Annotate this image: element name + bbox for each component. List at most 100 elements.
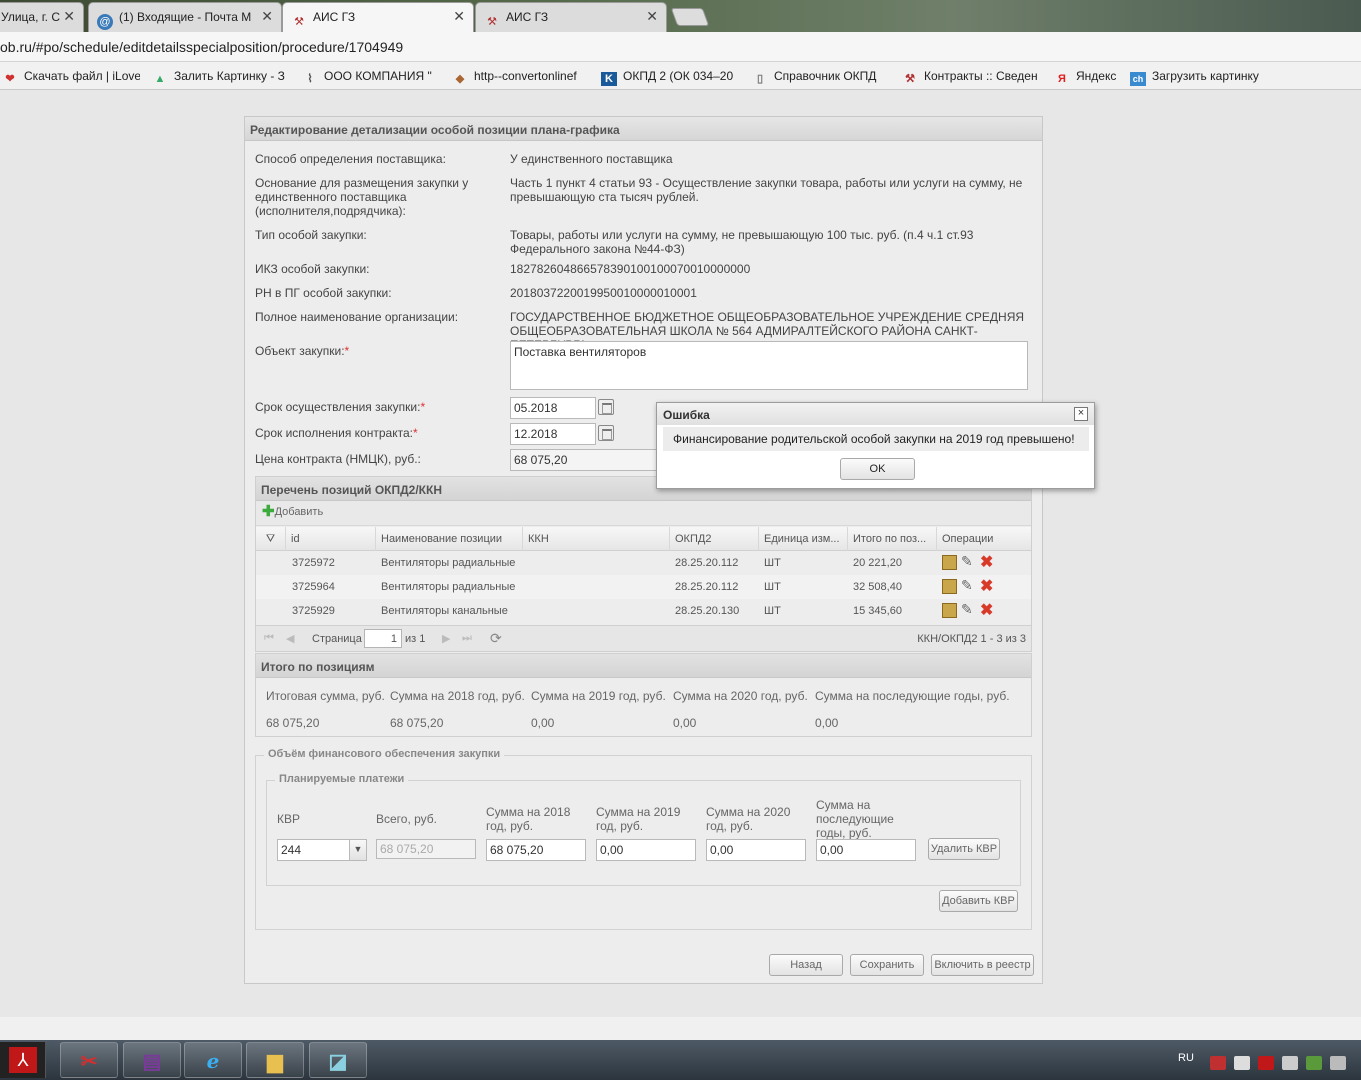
edit-icon[interactable]: ✎ [961, 577, 976, 593]
first-page-icon[interactable]: ⏮ [264, 632, 274, 645]
tab-label: АИС ГЗ [506, 10, 549, 24]
ok-button[interactable]: OK [840, 458, 915, 480]
winrar-icon[interactable]: ▤ [123, 1042, 181, 1078]
bookmark-label: Яндекс [1076, 69, 1117, 83]
y2018-header: Сумма на 2018 год, руб. [390, 689, 525, 703]
y2018-input[interactable]: 68 075,20 [486, 839, 586, 861]
method-label: Способ определения поставщика: [255, 152, 446, 166]
prev-page-icon[interactable]: ◀ [286, 632, 294, 645]
later-input[interactable]: 0,00 [816, 839, 916, 861]
cell-total: 32 508,40 [853, 581, 902, 593]
bookmark-okpd2[interactable]: K ОКПД 2 (ОК 034–20 [601, 69, 737, 86]
cell-name: Вентиляторы радиальные [381, 581, 516, 593]
col-unit[interactable]: Единица изм... [759, 527, 848, 551]
bookmark-contracts[interactable]: ⚒ Контракты :: Сведен [902, 69, 1040, 86]
refresh-icon[interactable]: ⟳ [490, 630, 502, 647]
tab-label: АИС ГЗ [313, 10, 356, 24]
page-of-label: из 1 [405, 633, 426, 645]
details-icon[interactable] [942, 579, 957, 594]
back-button[interactable]: Назад [769, 954, 843, 976]
add-position-button[interactable]: ✚Добавить [262, 504, 323, 519]
next-page-icon[interactable]: ▶ [442, 632, 450, 645]
table-row[interactable]: 3725929 Вентиляторы канальные 28.25.20.1… [256, 599, 1031, 623]
ikz-value: 182782604866578390100100070010000000 [510, 262, 751, 276]
gavel-icon: ⚒ [294, 16, 304, 28]
bookmark-zalit[interactable]: ▲ Залить Картинку - З [152, 69, 288, 86]
tray-nvidia-icon[interactable] [1306, 1056, 1322, 1070]
delete-icon[interactable]: ✖ [980, 600, 995, 619]
col-name[interactable]: Наименование позиции [376, 527, 523, 551]
org-label: Полное наименование организации: [255, 310, 459, 324]
details-icon[interactable] [942, 603, 957, 618]
method-value: У единственного поставщика [510, 152, 673, 166]
tab-ais-gz-active[interactable]: ⚒ АИС ГЗ ✕ [282, 2, 474, 32]
col-id[interactable]: id [286, 527, 376, 551]
basis-value: Часть 1 пункт 4 статьи 93 - Осуществлени… [510, 176, 1023, 204]
delete-icon[interactable]: ✖ [980, 576, 995, 595]
object-textarea[interactable]: Поставка вентиляторов [510, 341, 1028, 390]
language-indicator[interactable]: RU [1178, 1052, 1194, 1064]
col-kkn[interactable]: ККН [523, 527, 670, 551]
bookmark-spravochnik[interactable]: ▯ Справочник ОКПД [752, 69, 888, 86]
tab-label: (1) Входящие - Почта M [119, 10, 252, 24]
delete-icon[interactable]: ✖ [980, 552, 995, 571]
tab-mail[interactable]: @ (1) Входящие - Почта M ✕ [88, 2, 282, 32]
image-icon: ▲ [154, 73, 166, 85]
kvr-value: 244 [281, 843, 302, 857]
col-okpd2[interactable]: ОКПД2 [670, 527, 759, 551]
required-mark: * [412, 426, 418, 440]
col-total[interactable]: Итого по поз... [848, 527, 937, 551]
chevron-down-icon[interactable]: ▼ [349, 840, 366, 860]
calendar-icon[interactable] [598, 425, 614, 441]
details-icon[interactable] [942, 555, 957, 570]
contract-term-input[interactable]: 12.2018 [510, 423, 596, 445]
tray-display-icon[interactable] [1282, 1056, 1298, 1070]
tray-battery-icon[interactable] [1330, 1056, 1346, 1070]
tab-map[interactable]: Улица, г. С ✕ [0, 2, 84, 32]
y2020-input[interactable]: 0,00 [706, 839, 806, 861]
add-kvr-button[interactable]: Добавить КВР [939, 890, 1018, 912]
notebook-icon[interactable]: ◪ [309, 1042, 367, 1078]
close-tab-icon[interactable]: ✕ [63, 8, 75, 25]
calendar-icon[interactable] [598, 399, 614, 415]
bookmark-upload[interactable]: ch Загрузить картинку [1130, 69, 1268, 86]
term-input[interactable]: 05.2018 [510, 397, 596, 419]
last-page-icon[interactable]: ⏭ [462, 632, 472, 645]
bookmark-ilove[interactable]: ❤ Скачать файл | iLove [2, 69, 140, 86]
save-button[interactable]: Сохранить [850, 954, 924, 976]
tray-app-icon[interactable] [1210, 1056, 1226, 1070]
table-row[interactable]: 3725964 Вентиляторы радиальные 28.25.20.… [256, 575, 1031, 599]
edit-icon[interactable]: ✎ [961, 601, 976, 617]
close-tab-icon[interactable]: ✕ [261, 8, 273, 25]
y2018-header: Сумма на 2018 год, руб. [486, 805, 571, 833]
later-value: 0,00 [815, 716, 839, 730]
page-input[interactable]: 1 [364, 629, 402, 648]
explorer-icon[interactable]: ▆ [246, 1042, 304, 1078]
tray-network-icon[interactable] [1234, 1056, 1250, 1070]
edit-icon[interactable]: ✎ [961, 553, 976, 569]
cell-name: Вентиляторы канальные [381, 605, 508, 617]
ie-icon[interactable]: e [184, 1042, 242, 1078]
close-icon[interactable]: × [1074, 407, 1088, 421]
address-bar[interactable]: ob.ru/#po/schedule/editdetailsspecialpos… [0, 32, 1361, 62]
tab-ais-gz[interactable]: ⚒ АИС ГЗ ✕ [475, 2, 667, 32]
bookmark-yandex[interactable]: Я Яндекс [1054, 69, 1120, 86]
snipping-icon[interactable]: ✂ [60, 1042, 118, 1078]
bookmark-convert[interactable]: ◆ http--convertonlinef [452, 69, 588, 86]
acrobat-icon[interactable]: ⅄ [0, 1042, 46, 1078]
close-tab-icon[interactable]: ✕ [646, 8, 658, 25]
include-registry-button[interactable]: Включить в реестр [931, 954, 1034, 976]
tray-acrobat-icon[interactable] [1258, 1056, 1274, 1070]
bookmark-company[interactable]: ⌇ ООО КОМПАНИЯ " [302, 69, 438, 86]
later-header: Сумма на последующие годы, руб. [815, 689, 1010, 703]
total-input: 68 075,20 [376, 839, 476, 859]
y2019-input[interactable]: 0,00 [596, 839, 696, 861]
filter-icon[interactable]: ⛛ [256, 527, 286, 551]
bookmark-label: http--convertonlinef [474, 69, 577, 83]
price-input[interactable]: 68 075,20 [510, 449, 660, 471]
close-tab-icon[interactable]: ✕ [453, 8, 465, 25]
tab-label: Улица, г. С [1, 10, 60, 24]
delete-kvr-button[interactable]: Удалить КВР [928, 838, 1000, 860]
table-row[interactable]: 3725972 Вентиляторы радиальные 28.25.20.… [256, 551, 1031, 575]
new-tab-button[interactable] [670, 8, 710, 26]
